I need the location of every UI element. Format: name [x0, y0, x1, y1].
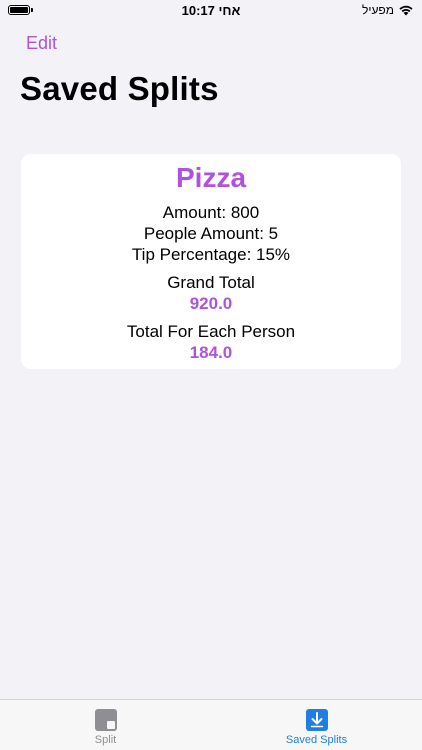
split-icon — [94, 709, 117, 731]
page-title: Saved Splits — [20, 70, 219, 107]
tab-saved-splits-label: Saved Splits — [285, 734, 348, 746]
each-person-label: Total For Each Person — [126, 322, 296, 341]
status-right: מפעיל — [362, 3, 414, 17]
grand-total-label: Grand Total — [167, 273, 255, 292]
wifi-icon — [398, 4, 414, 16]
people-amount-text: People Amount: 5 — [143, 224, 279, 243]
tab-split-label: Split — [94, 734, 117, 746]
tab-split[interactable]: Split — [0, 700, 211, 750]
status-time: 10:17 אחי — [181, 3, 241, 18]
each-person-section: Total For Each Person 184.0 — [21, 321, 401, 363]
tab-saved-splits[interactable]: Saved Splits — [211, 700, 422, 750]
tab-bar: Split Saved Splits — [0, 699, 422, 750]
edit-button[interactable]: Edit — [26, 33, 57, 54]
amount-text: Amount: 800 — [162, 203, 260, 222]
split-info: Amount: 800 People Amount: 5 Tip Percent… — [21, 202, 401, 265]
split-card[interactable]: Pizza Amount: 800 People Amount: 5 Tip P… — [21, 154, 401, 369]
split-title: Pizza — [175, 162, 247, 193]
grand-total-section: Grand Total 920.0 — [21, 272, 401, 314]
carrier-label: מפעיל — [361, 3, 394, 17]
saved-download-icon — [305, 709, 328, 731]
tip-percentage-text: Tip Percentage: 15% — [131, 245, 291, 264]
grand-total-value: 920.0 — [189, 294, 233, 313]
each-person-value: 184.0 — [189, 343, 233, 362]
status-bar: 10:17 אחי מפעיל — [0, 0, 422, 22]
